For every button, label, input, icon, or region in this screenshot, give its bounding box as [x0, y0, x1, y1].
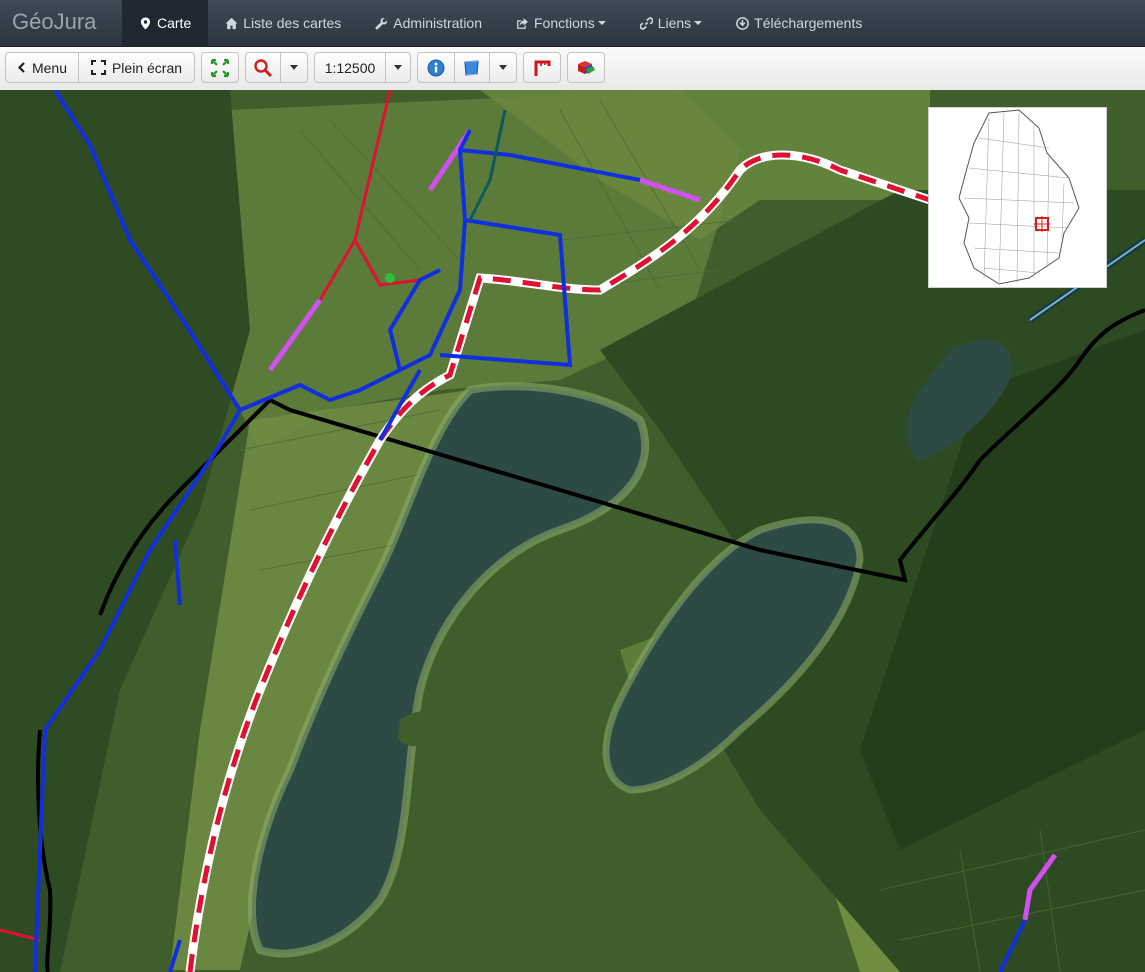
- fullscreen-icon: [90, 60, 106, 75]
- download-icon: [736, 16, 750, 30]
- layers-icon: [578, 60, 595, 74]
- nav-fonctions[interactable]: Fonctions: [499, 0, 623, 46]
- chevron-down-icon: [597, 21, 606, 25]
- layers-button[interactable]: [567, 52, 605, 83]
- select-area-dropdown[interactable]: [490, 52, 517, 83]
- nav-administration-label: Administration: [393, 15, 482, 31]
- magnifier-icon: [254, 58, 273, 77]
- nav-liste-des-cartes[interactable]: Liste des cartes: [208, 0, 358, 46]
- overview-map[interactable]: [928, 107, 1107, 288]
- nav-carte[interactable]: Carte: [122, 0, 209, 46]
- main-nav: Carte Liste des cartes Administration Fo…: [122, 0, 879, 46]
- measure-icon: [534, 60, 551, 76]
- menu-button-label: Menu: [31, 59, 68, 76]
- scale-value: 1:12500: [324, 59, 376, 76]
- map-toolbar: Menu Plein écran 1:12500: [0, 47, 1145, 91]
- zoom-extent-button[interactable]: [201, 52, 239, 83]
- caret-down-icon: [394, 65, 402, 70]
- overview-map-graphic: [958, 109, 1080, 285]
- info-icon: [427, 59, 445, 76]
- scale-select[interactable]: 1:12500: [314, 52, 386, 83]
- caret-down-icon: [499, 65, 507, 70]
- top-navbar: GéoJura Carte Liste des cartes Administr…: [0, 0, 1145, 47]
- chevron-left-icon: [17, 62, 25, 73]
- caret-down-icon: [290, 65, 298, 70]
- fullscreen-button[interactable]: Plein écran: [79, 52, 195, 83]
- select-area-icon: [464, 59, 479, 76]
- chevron-down-icon: [694, 21, 703, 25]
- nav-telechargements-label: Téléchargements: [754, 15, 863, 31]
- nav-administration[interactable]: Administration: [358, 0, 499, 46]
- select-area-button[interactable]: [455, 52, 490, 83]
- scale-dropdown[interactable]: [386, 52, 411, 83]
- wrench-icon: [375, 17, 388, 30]
- link-icon: [639, 16, 653, 30]
- info-button[interactable]: [417, 52, 455, 83]
- nav-fonctions-label: Fonctions: [534, 15, 595, 31]
- zoom-tool-dropdown[interactable]: [281, 52, 308, 83]
- app-brand[interactable]: GéoJura: [12, 9, 96, 35]
- nav-liens[interactable]: Liens: [623, 0, 719, 46]
- nav-liens-label: Liens: [657, 15, 692, 31]
- nav-carte-label: Carte: [157, 15, 192, 31]
- nav-telechargements[interactable]: Téléchargements: [719, 0, 879, 46]
- zoom-tool-button[interactable]: [245, 52, 281, 83]
- share-icon: [517, 17, 528, 29]
- map-marker-icon: [140, 17, 151, 29]
- nav-liste-label: Liste des cartes: [243, 15, 342, 31]
- map-point-marker[interactable]: [385, 273, 395, 283]
- measure-button[interactable]: [523, 52, 561, 83]
- zoom-extent-icon: [210, 58, 230, 77]
- menu-button[interactable]: Menu: [5, 52, 79, 83]
- map-canvas[interactable]: [0, 90, 1145, 972]
- home-icon: [225, 17, 238, 29]
- fullscreen-button-label: Plein écran: [111, 59, 183, 76]
